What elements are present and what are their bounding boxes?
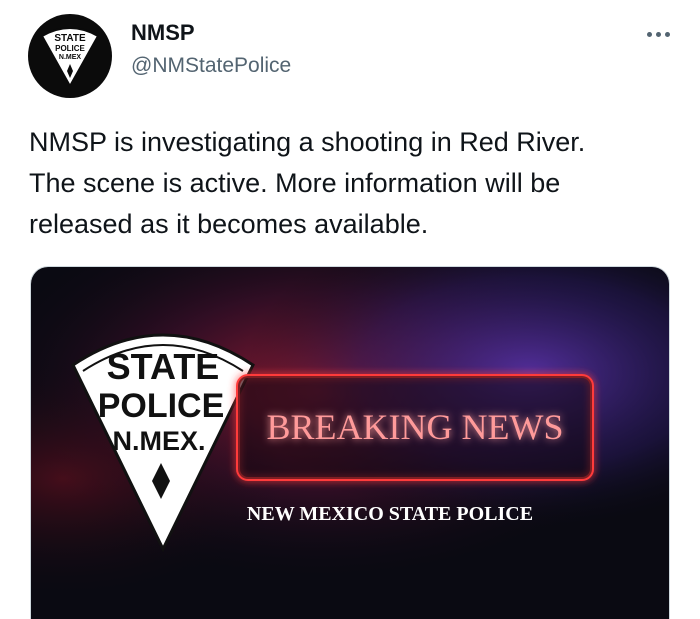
avatar[interactable]: STATE POLICE N.MEX <box>28 14 112 98</box>
tweet-media-image[interactable]: STATE POLICE N.MEX. BREAKING NEWS NEW ME… <box>30 266 670 619</box>
author-name[interactable]: NMSP <box>131 20 195 46</box>
author-handle[interactable]: @NMStatePolice <box>131 54 291 78</box>
more-horizontal-icon <box>646 31 670 37</box>
badge-line-police: POLICE <box>98 387 225 425</box>
breaking-news-graphic: STATE POLICE N.MEX. BREAKING NEWS NEW ME… <box>31 267 669 619</box>
state-police-badge-icon: STATE POLICE N.MEX <box>40 27 100 89</box>
new-mexico-state-police-caption: NEW MEXICO STATE POLICE <box>247 503 533 525</box>
avatar-badge-line1: STATE <box>54 33 86 44</box>
tweet-text: NMSP is investigating a shooting in Red … <box>29 127 586 239</box>
badge-line-state: STATE <box>107 346 220 387</box>
breaking-news-headline: BREAKING NEWS <box>267 407 564 447</box>
more-options-button[interactable] <box>638 22 678 46</box>
avatar-badge-line2: POLICE <box>55 44 85 53</box>
badge-line-nmex: N.MEX. <box>112 426 205 456</box>
avatar-badge-line3: N.MEX <box>59 54 82 61</box>
